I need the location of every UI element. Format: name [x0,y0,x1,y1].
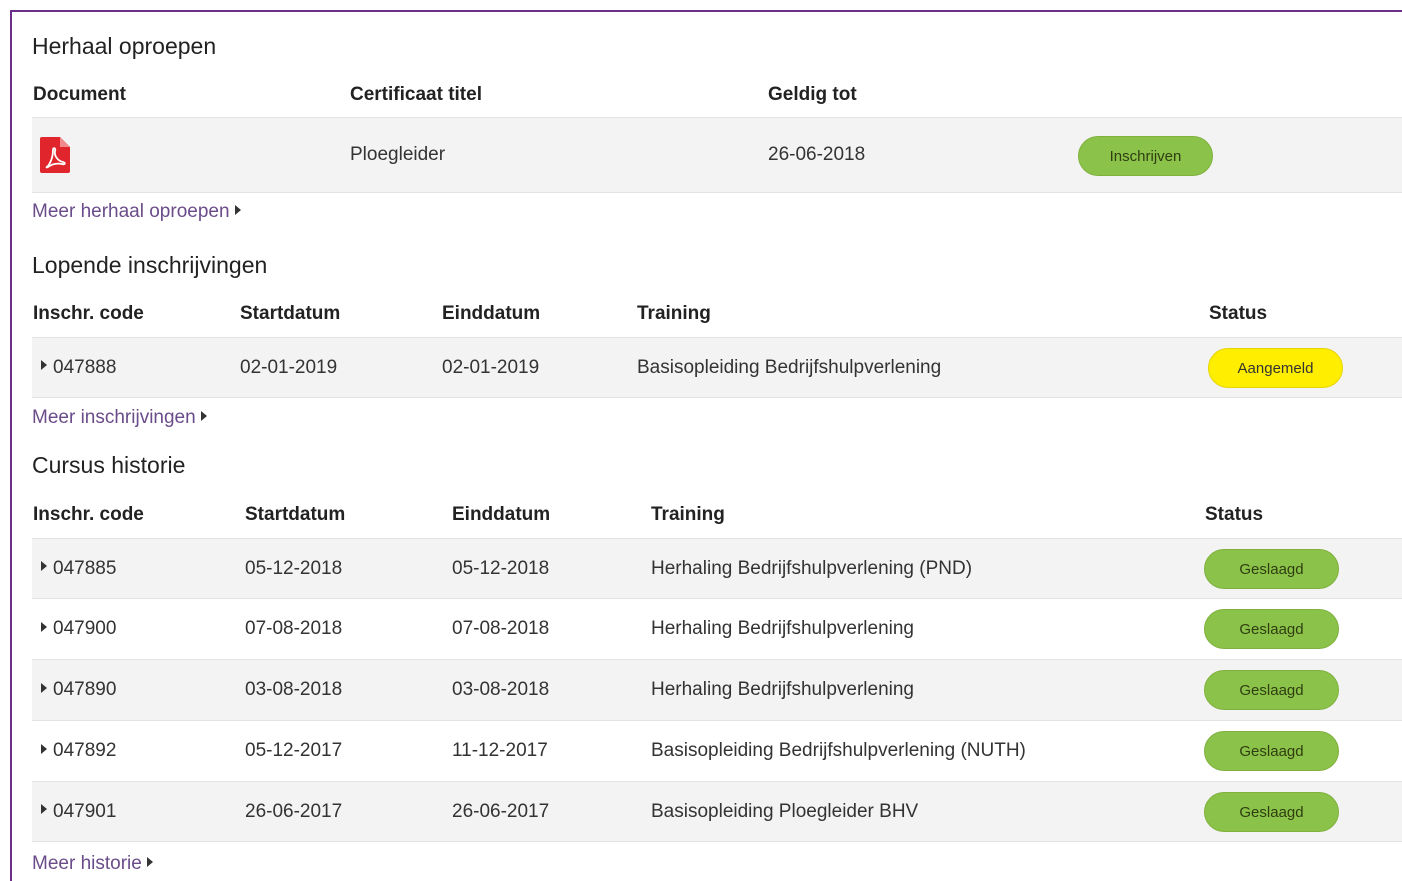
table-row[interactable]: 047892 05-12-2017 11-12-2017 Basisopleid… [32,720,1402,781]
row-code[interactable]: 047890 [41,679,116,701]
section-title-lopende: Lopende inschrijvingen [32,252,268,278]
geldig-tot-date: 26-06-2018 [768,144,866,165]
code-value: 047892 [53,740,117,761]
row-eind: 05-12-2018 [452,557,550,579]
table-row[interactable]: 047885 05-12-2018 05-12-2018 Herhaling B… [32,538,1402,598]
col-header-status: Status [1209,303,1268,324]
col-header-start: Startdatum [240,303,341,324]
caret-right-icon [146,856,153,867]
row-eind: 02-01-2019 [442,356,540,378]
status-badge-geslaagd: Geslaagd [1204,548,1339,589]
meer-herhaal-link[interactable]: Meer herhaal oproepen [32,201,241,223]
code-value: 047901 [53,800,117,822]
row-start: 02-01-2019 [240,356,338,378]
row-eind: 07-08-2018 [452,618,550,639]
meer-historie-link[interactable]: Meer historie [32,853,153,875]
status-badge-aangemeld: Aangemeld [1208,347,1343,388]
inschrijven-button[interactable]: Inschrijven [1078,136,1213,176]
section-title-historie: Cursus historie [32,452,186,478]
code-value: 047888 [53,356,117,378]
meer-herhaal-label: Meer herhaal oproepen [32,201,230,222]
row-code[interactable]: 047901 [41,801,116,823]
col-header-code: Inschr. code [33,303,144,324]
row-start: 26-06-2017 [245,800,343,822]
meer-inschrijvingen-link[interactable]: Meer inschrijvingen [32,407,207,429]
row-code[interactable]: 047892 [41,740,116,762]
col-header-certificaat: Certificaat titel [350,84,482,105]
row-training: Herhaling Bedrijfshulpverlening [651,679,914,700]
meer-historie-label: Meer historie [32,853,142,874]
status-badge-geslaagd: Geslaagd [1204,731,1339,771]
row-start: 05-12-2018 [245,557,343,579]
code-value: 047890 [53,679,117,700]
status-badge-geslaagd: Geslaagd [1204,791,1339,832]
section-title-herhaal: Herhaal oproepen [32,33,217,59]
row-code[interactable]: 047885 [41,558,116,580]
table-row[interactable]: 047890 03-08-2018 03-08-2018 Herhaling B… [32,659,1402,720]
caret-right-icon [200,410,207,421]
col-header-eind: Einddatum [452,504,551,525]
lopende-row[interactable]: 047888 02-01-2019 02-01-2019 Basisopleid… [32,337,1402,398]
caret-right-icon [41,360,47,371]
row-training: Basisopleiding Bedrijfshulpverlening [637,356,942,378]
row-code[interactable]: 047900 [41,618,116,640]
col-header-eind: Einddatum [442,303,541,324]
row-eind: 03-08-2018 [452,679,550,700]
col-header-document: Document [33,84,126,105]
herhaal-row: Ploegleider 26-06-2018 Inschrijven [32,117,1402,193]
col-header-status: Status [1205,504,1264,525]
col-header-start: Startdatum [245,504,346,525]
status-badge-geslaagd: Geslaagd [1204,609,1339,649]
row-eind: 11-12-2017 [452,740,548,761]
caret-right-icon [234,204,241,215]
row-training: Herhaling Bedrijfshulpverlening [651,618,914,639]
col-header-training: Training [651,504,725,525]
table-row[interactable]: 047900 07-08-2018 07-08-2018 Herhaling B… [32,598,1402,659]
code-value: 047900 [53,618,117,639]
certificaat-title: Ploegleider [350,144,446,165]
row-code[interactable]: 047888 [41,357,116,379]
caret-right-icon [41,743,47,754]
row-start: 03-08-2018 [245,679,343,700]
caret-right-icon [41,804,47,815]
caret-right-icon [41,621,47,632]
row-training: Basisopleiding Ploegleider BHV [651,800,919,822]
col-header-code: Inschr. code [33,504,144,525]
pdf-icon[interactable] [40,137,70,173]
code-value: 047885 [53,557,117,579]
row-training: Basisopleiding Bedrijfshulpverlening (NU… [651,740,1026,761]
row-start: 05-12-2017 [245,740,343,761]
status-badge-geslaagd: Geslaagd [1204,670,1339,710]
meer-inschrijvingen-label: Meer inschrijvingen [32,407,196,428]
row-eind: 26-06-2017 [452,800,550,822]
caret-right-icon [41,561,47,572]
table-row[interactable]: 047901 26-06-2017 26-06-2017 Basisopleid… [32,781,1402,842]
caret-right-icon [41,682,47,693]
col-header-geldig: Geldig tot [768,84,857,105]
row-training: Herhaling Bedrijfshulpverlening (PND) [651,557,973,579]
row-start: 07-08-2018 [245,618,343,639]
col-header-training: Training [637,303,711,324]
